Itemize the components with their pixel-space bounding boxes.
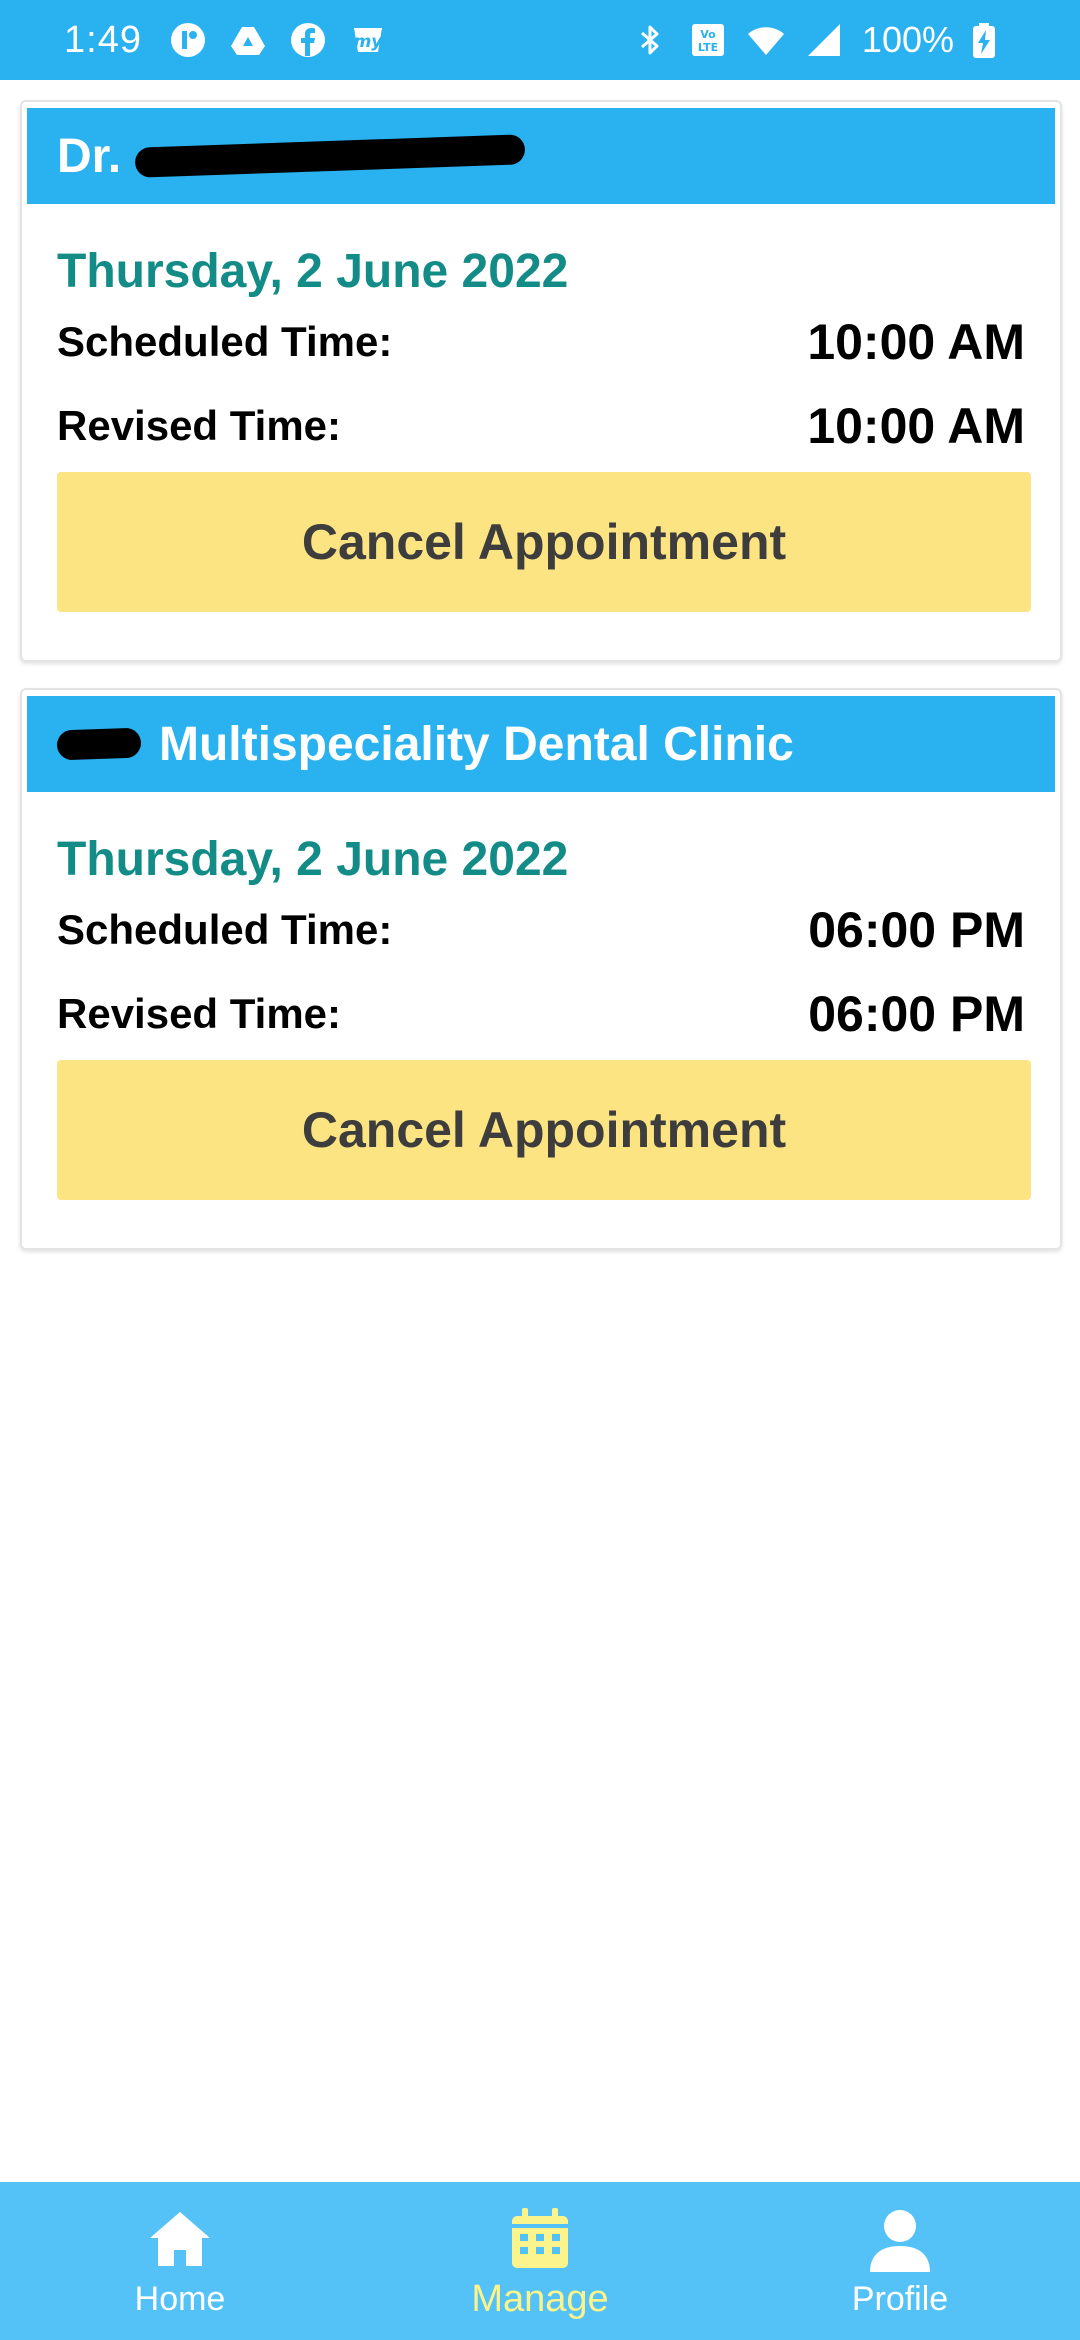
revised-time-label: Revised Time: [57,990,342,1037]
nav-item-home[interactable]: Home [60,2204,300,2319]
revised-time-label: Revised Time: [57,402,342,449]
cancel-appointment-button[interactable]: Cancel Appointment [57,1060,1031,1200]
redaction-mark [134,134,526,178]
appointment-date: Thursday, 2 June 2022 [57,833,569,886]
volte-icon: Vo LTE [688,20,728,60]
revised-time-row: Revised Time: 10:00 AM [57,384,1025,468]
revised-time-value: 10:00 AM [807,398,1025,454]
myntra-icon: my [348,20,388,60]
appointment-details: Thursday, 2 June 2022 Scheduled Time: 10… [27,244,1055,612]
revised-time-value: 06:00 PM [808,986,1025,1042]
r-app-icon [168,20,208,60]
bottom-navigation: Home Manage Profile [0,2182,1080,2340]
status-time: 1:49 [64,18,142,61]
appointment-details: Thursday, 2 June 2022 Scheduled Time: 06… [27,832,1055,1200]
appointment-card: Multispeciality Dental Clinic Thursday, … [20,688,1062,1250]
status-left: 1:49 my [64,19,408,62]
cancel-appointment-button[interactable]: Cancel Appointment [57,472,1031,612]
battery-percent: 100% [861,19,954,60]
person-icon [870,2209,930,2272]
app-screen: 1:49 my Vo LTE 100% Dr. Thursday, 2 June… [0,0,1080,2340]
wifi-icon [746,20,786,60]
provider-prefix: Dr. [57,129,122,183]
facebook-icon [288,20,328,60]
nav-label-manage: Manage [471,2277,609,2320]
revised-time-row: Revised Time: 06:00 PM [57,972,1025,1056]
svg-text:LTE: LTE [698,41,718,54]
appointment-card: Dr. Thursday, 2 June 2022 Scheduled Time… [20,100,1062,662]
svg-text:Vo: Vo [700,28,716,41]
calendar-icon [512,2207,568,2268]
status-right: Vo LTE 100% [630,19,1022,61]
battery-charging-icon [964,20,1004,60]
scheduled-time-row: Scheduled Time: 06:00 PM [57,888,1025,972]
google-drive-icon [228,20,268,60]
provider-name: Multispeciality Dental Clinic [159,717,794,771]
provider-header: Dr. [27,108,1055,204]
scheduled-time-value: 06:00 PM [808,902,1025,958]
nav-item-profile[interactable]: Profile [780,2204,1020,2319]
bluetooth-icon [630,20,670,60]
redaction-mark [56,727,142,761]
scheduled-time-row: Scheduled Time: 10:00 AM [57,300,1025,384]
provider-header: Multispeciality Dental Clinic [27,696,1055,792]
scheduled-time-value: 10:00 AM [807,314,1025,370]
nav-label-home: Home [134,2279,226,2318]
status-bar: 1:49 my Vo LTE 100% [0,0,1080,80]
nav-label-profile: Profile [851,2279,949,2318]
signal-icon [804,20,844,60]
scheduled-time-label: Scheduled Time: [57,318,393,365]
nav-item-manage[interactable]: Manage [420,2202,660,2321]
scheduled-time-label: Scheduled Time: [57,906,393,953]
svg-text:my: my [354,32,384,52]
appointment-date: Thursday, 2 June 2022 [57,245,569,298]
home-icon [150,2211,210,2266]
